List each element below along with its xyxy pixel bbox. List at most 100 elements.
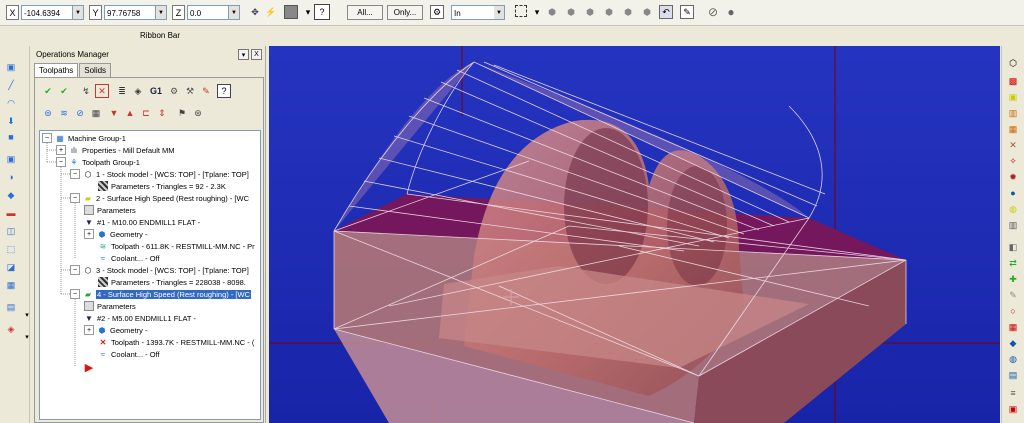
operations-manager: Operations Manager ▾ X Toolpaths Solids … (32, 46, 266, 423)
circle-icon[interactable]: ○ (1006, 304, 1020, 318)
select-edge-icon[interactable]: ⬢ (621, 5, 635, 19)
verify-ops-icon[interactable]: ◈ (131, 84, 145, 98)
analyze-icon[interactable]: ◧ (1006, 240, 1020, 254)
toggle-posting-icon[interactable]: ⊘ (73, 106, 87, 120)
zoom-icon[interactable]: ▦ (1006, 122, 1020, 136)
add-icon[interactable]: ✚ (1006, 272, 1020, 286)
erase-icon[interactable]: ▬ (4, 206, 18, 220)
regenerate-dirty-icon[interactable]: ✕ (95, 84, 109, 98)
move-insert-icon[interactable]: ▦ (89, 106, 103, 120)
tab-solids[interactable]: Solids (79, 63, 112, 78)
cube-view-icon[interactable]: ⬡ (1006, 56, 1020, 70)
delete-ops-icon[interactable]: ⚒ (183, 84, 197, 98)
z-dropdown-icon[interactable]: ▼ (229, 5, 240, 20)
window-select-dropdown-icon[interactable]: ▾ (530, 5, 544, 19)
front-view-icon[interactable]: ✹ (1006, 170, 1020, 184)
insert-after-icon[interactable]: ⊏ (139, 106, 153, 120)
y-dropdown-icon[interactable]: ▼ (156, 5, 167, 20)
box-icon[interactable]: ▤ (1006, 368, 1020, 382)
select-solids-icon[interactable]: ⬢ (564, 5, 578, 19)
fast-point-icon[interactable]: ⚡ (264, 5, 278, 19)
chamfer-icon[interactable]: ◑ (4, 170, 18, 184)
toggle-display-icon[interactable]: ≋ (57, 106, 71, 120)
drop-icon[interactable]: ◆ (1006, 336, 1020, 350)
single-group-display-icon[interactable]: ⊛ (191, 106, 205, 120)
grid-icon[interactable]: ▦ (1006, 320, 1020, 334)
close-button[interactable]: X (251, 49, 262, 60)
tab-strip: Toolpaths Solids (34, 63, 112, 78)
layers-icon[interactable]: ≡ (1006, 386, 1020, 400)
color-icon[interactable]: ▣ (1006, 402, 1020, 416)
y-label[interactable]: Y (89, 5, 102, 20)
mastercam-window: X -104.6394 ▼ Y 97.76758 ▼ Z 0.0 ▼ ✥ ⚡ ▾… (0, 0, 1024, 423)
move-down-icon[interactable]: ▼ (107, 106, 121, 120)
move-up-icon[interactable]: ▲ (123, 106, 137, 120)
verify-icon[interactable]: ⬢ (545, 5, 559, 19)
select-face-icon[interactable]: ⬢ (602, 5, 616, 19)
z-label[interactable]: Z (172, 5, 185, 20)
tool-icon-button[interactable]: ✎ (199, 84, 213, 98)
part-model-view[interactable] (269, 46, 1000, 423)
select-back-icon[interactable]: ↶ (659, 5, 673, 19)
fit-icon[interactable]: ▩ (1006, 74, 1020, 88)
post-ops-icon[interactable]: G1 (147, 84, 165, 98)
trim-icon[interactable]: ◆ (4, 188, 18, 202)
high-feed-icon[interactable]: ⚙ (167, 84, 181, 98)
verify-selection-icon[interactable]: ✎ (680, 5, 694, 19)
single-op-display-icon[interactable]: ⚑ (175, 106, 189, 120)
select-only-button[interactable]: Only... (387, 5, 423, 20)
select-all-button[interactable]: All... (347, 5, 383, 20)
clear-selection-icon[interactable]: ⊘ (706, 5, 720, 19)
select-body-icon[interactable]: ⬢ (583, 5, 597, 19)
line-icon[interactable]: ╱ (4, 78, 18, 92)
operations-manager-title-bar: Operations Manager ▾ X (32, 48, 266, 61)
top-view-icon[interactable]: ✧ (1006, 154, 1020, 168)
repaint-icon[interactable]: ✕ (1006, 138, 1020, 152)
arc-icon[interactable]: ◠ (4, 96, 18, 110)
solids-icon[interactable]: ◈ (4, 322, 18, 336)
end-selection-icon[interactable]: ● (724, 5, 738, 19)
select-all-ops-icon[interactable]: ✔ (41, 84, 55, 98)
ops-help-icon[interactable]: ? (217, 84, 231, 98)
iso-view-icon[interactable]: ● (1006, 186, 1020, 200)
wireframe-icon[interactable]: ◍ (1006, 202, 1020, 216)
split-icon[interactable]: ◫ (4, 224, 18, 238)
level-dropdown-icon[interactable]: ▾ (301, 5, 315, 19)
mirror-icon[interactable]: ◪ (4, 260, 18, 274)
selection-method-select[interactable]: In (451, 5, 495, 20)
x-label[interactable]: X (6, 5, 19, 20)
shaded-icon[interactable]: ▥ (1006, 218, 1020, 232)
rectangle-icon[interactable]: ■ (4, 130, 18, 144)
backplot-icon[interactable]: ≣ (115, 84, 129, 98)
fillet-icon[interactable]: ⬇ (4, 114, 18, 128)
scroll-to-insert-icon[interactable]: ⇕ (155, 106, 169, 120)
x-dropdown-icon[interactable]: ▼ (73, 5, 84, 20)
regenerate-icon[interactable]: ↯ (79, 84, 93, 98)
transform-move-icon[interactable]: ⇄ (1006, 256, 1020, 270)
shade-icon[interactable]: ◍ (1006, 352, 1020, 366)
lock-ops-icon[interactable]: ⊜ (41, 106, 55, 120)
select-dirty-ops-icon[interactable]: ✔ (57, 84, 71, 98)
graphics-viewport[interactable] (269, 46, 1000, 423)
scale-icon[interactable]: ▤ (4, 300, 18, 314)
select-loop-icon[interactable]: ⬢ (640, 5, 654, 19)
rotate-icon[interactable]: ▦ (4, 278, 18, 292)
selection-mode-icon[interactable]: ⚙ (430, 5, 444, 19)
offset-icon[interactable]: ▣ (4, 152, 18, 166)
window-select-icon[interactable] (515, 5, 527, 17)
pin-button[interactable]: ▾ (238, 49, 249, 60)
x-value-field[interactable]: -104.6394 (21, 5, 73, 20)
selection-method-dropdown-icon[interactable]: ▼ (494, 5, 505, 20)
help-icon[interactable]: ? (314, 4, 330, 20)
autocursor-icon[interactable]: ✥ (248, 5, 262, 19)
transform-icon[interactable]: ⬚ (4, 242, 18, 256)
top-toolbar: X -104.6394 ▼ Y 97.76758 ▼ Z 0.0 ▼ ✥ ⚡ ▾… (0, 0, 1024, 26)
unzoom-icon[interactable]: ▥ (1006, 106, 1020, 120)
tab-toolpaths[interactable]: Toolpaths (34, 63, 79, 78)
pen-icon[interactable]: ✎ (1006, 288, 1020, 302)
z-value-field[interactable]: 0.0 (187, 5, 229, 20)
level-icon[interactable] (284, 5, 298, 19)
zoom-window-icon[interactable]: ▣ (1006, 90, 1020, 104)
y-value-field[interactable]: 97.76758 (104, 5, 156, 20)
point-icon[interactable]: ▣ (4, 60, 18, 74)
